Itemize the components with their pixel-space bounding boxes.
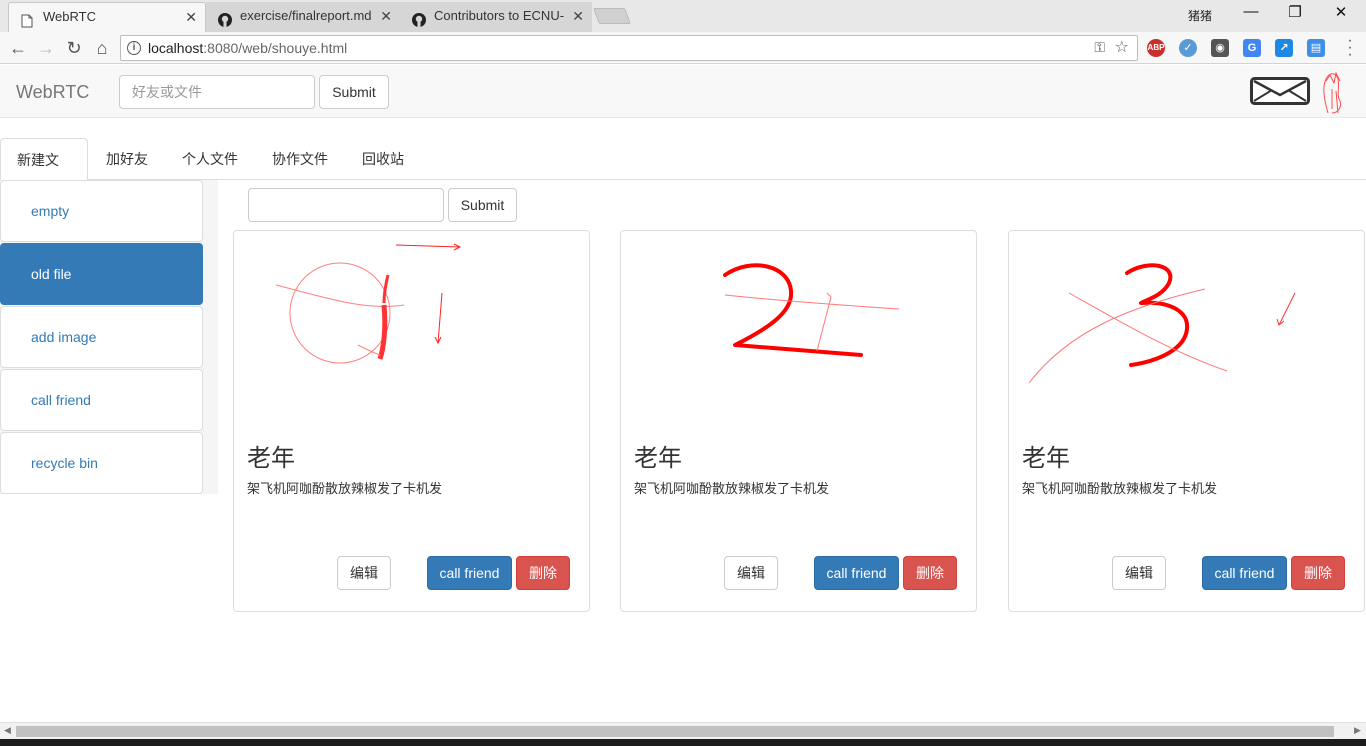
submit-button[interactable]: Submit bbox=[319, 75, 389, 109]
tab-new-file[interactable]: 新建文件 bbox=[0, 138, 88, 210]
scroll-right-icon[interactable]: ▶ bbox=[1354, 725, 1361, 736]
page-icon bbox=[21, 10, 35, 28]
card-description: 架飞机阿咖酚散放辣椒发了卡机发 bbox=[1022, 481, 1218, 496]
browser-tab-webrtc[interactable]: WebRTC ✕ bbox=[8, 2, 206, 32]
os-taskbar bbox=[0, 739, 1366, 746]
avatar[interactable] bbox=[1318, 69, 1350, 117]
browser-tab-finalreport[interactable]: exercise/finalreport.md ✕ bbox=[206, 2, 400, 32]
edit-button[interactable]: 编辑 bbox=[337, 556, 391, 590]
address-bar[interactable]: i localhost:8080/web/shouye.html ⚿ ☆ bbox=[120, 35, 1138, 61]
sidebar-item-recycle-bin[interactable]: recycle bin bbox=[0, 432, 203, 494]
scrollbar-thumb[interactable] bbox=[16, 726, 1334, 737]
close-icon[interactable]: ✕ bbox=[380, 2, 392, 30]
check-extension-icon[interactable]: ✓ bbox=[1179, 39, 1197, 57]
browser-tab-title: exercise/finalreport.md bbox=[240, 8, 372, 23]
profile-name[interactable]: 猪猪 bbox=[1188, 7, 1212, 24]
browser-tab-contributors[interactable]: Contributors to ECNU- ✕ bbox=[400, 2, 592, 32]
browser-tab-strip: WebRTC ✕ exercise/finalreport.md ✕ Contr… bbox=[0, 0, 1366, 32]
sidebar-item-old-file[interactable]: old file bbox=[0, 243, 203, 305]
card-title: 老年 bbox=[634, 445, 682, 472]
menu-icon[interactable]: · · · bbox=[1343, 33, 1357, 63]
number-two-sketch bbox=[723, 263, 900, 357]
browser-toolbar: ← → ↻ ⌂ i localhost:8080/web/shouye.html… bbox=[0, 32, 1366, 64]
url-text[interactable]: localhost:8080/web/shouye.html bbox=[148, 40, 347, 56]
search-input[interactable] bbox=[119, 75, 315, 109]
reload-icon[interactable]: ↻ bbox=[62, 36, 86, 60]
minimize-icon[interactable]: — bbox=[1228, 3, 1274, 20]
tab-personal-files[interactable]: 个人文件 bbox=[166, 138, 254, 180]
main-tabs: 新建文件 加好友 个人文件 协作文件 回收站 bbox=[0, 138, 1366, 210]
close-window-icon[interactable]: ✕ bbox=[1318, 3, 1364, 21]
back-icon[interactable]: ← bbox=[6, 36, 30, 60]
arrow-extension-icon[interactable]: ↗ bbox=[1275, 39, 1293, 57]
card-title: 老年 bbox=[1022, 445, 1070, 472]
edit-button[interactable]: 编辑 bbox=[724, 556, 778, 590]
book-extension-icon[interactable]: ▤ bbox=[1307, 39, 1325, 57]
new-tab-button[interactable] bbox=[593, 8, 631, 24]
brand-title[interactable]: WebRTC bbox=[16, 82, 89, 103]
horizontal-scrollbar[interactable]: ◀ ▶ bbox=[0, 722, 1366, 739]
sidebar-item-add-image[interactable]: add image bbox=[0, 306, 203, 368]
sidebar-item-empty[interactable]: empty bbox=[0, 180, 203, 242]
translate-icon[interactable]: G bbox=[1243, 39, 1261, 57]
card-description: 架飞机阿咖酚散放辣椒发了卡机发 bbox=[634, 481, 830, 496]
call-friend-button[interactable]: call friend bbox=[814, 556, 899, 590]
delete-button[interactable]: 删除 bbox=[903, 556, 957, 590]
browser-tab-title: WebRTC bbox=[43, 9, 96, 24]
app-navbar: WebRTC Submit bbox=[0, 65, 1366, 118]
tab-recycle-bin[interactable]: 回收站 bbox=[346, 138, 420, 180]
close-icon[interactable]: ✕ bbox=[185, 3, 197, 31]
github-icon bbox=[412, 9, 426, 27]
card-title: 老年 bbox=[247, 445, 295, 472]
delete-button[interactable]: 删除 bbox=[1291, 556, 1345, 590]
browser-tab-title: Contributors to ECNU- bbox=[434, 8, 565, 23]
scroll-left-icon[interactable]: ◀ bbox=[4, 725, 11, 736]
github-icon bbox=[218, 9, 232, 27]
edit-button[interactable]: 编辑 bbox=[1112, 556, 1166, 590]
card-description: 架飞机阿咖酚散放辣椒发了卡机发 bbox=[247, 481, 443, 496]
mail-icon[interactable] bbox=[1250, 77, 1310, 105]
bulb-extension-icon[interactable]: ◉ bbox=[1211, 39, 1229, 57]
file-search-input[interactable] bbox=[248, 188, 444, 222]
star-icon[interactable]: ☆ bbox=[1115, 37, 1129, 57]
sidebar-item-call-friend[interactable]: call friend bbox=[0, 369, 203, 431]
info-icon[interactable]: i bbox=[127, 41, 141, 55]
close-icon[interactable]: ✕ bbox=[572, 2, 584, 30]
call-friend-button[interactable]: call friend bbox=[427, 556, 512, 590]
call-friend-button[interactable]: call friend bbox=[1202, 556, 1287, 590]
file-card: 老年 架飞机阿咖酚散放辣椒发了卡机发 编辑 call friend 删除 bbox=[1008, 230, 1365, 612]
adblock-icon[interactable]: ABP bbox=[1147, 39, 1165, 57]
delete-button[interactable]: 删除 bbox=[516, 556, 570, 590]
key-icon[interactable]: ⚿ bbox=[1094, 39, 1105, 56]
tab-add-friend[interactable]: 加好友 bbox=[90, 138, 164, 180]
restore-icon[interactable]: ❐ bbox=[1272, 3, 1318, 21]
forward-icon[interactable]: → bbox=[34, 36, 58, 60]
number-three-sketch bbox=[1028, 263, 1296, 384]
number-one-sketch bbox=[275, 243, 462, 364]
home-icon[interactable]: ⌂ bbox=[90, 36, 114, 60]
file-search-submit-button[interactable]: Submit bbox=[448, 188, 517, 222]
tab-collab-files[interactable]: 协作文件 bbox=[256, 138, 344, 180]
file-card: 老年 架飞机阿咖酚散放辣椒发了卡机发 编辑 call friend 删除 bbox=[620, 230, 977, 612]
file-card: 老年 架飞机阿咖酚散放辣椒发了卡机发 编辑 call friend 删除 bbox=[233, 230, 590, 612]
